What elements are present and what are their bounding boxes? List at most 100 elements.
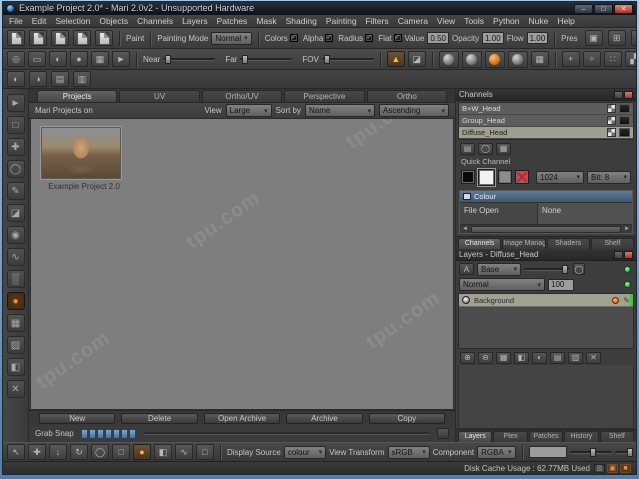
menu-item[interactable]: Mask bbox=[256, 16, 276, 26]
bottom-tool-icon[interactable]: ✚ bbox=[28, 444, 46, 460]
channel-row[interactable]: Diffuse_Head bbox=[459, 127, 633, 139]
layer-action-icon[interactable]: ▦ bbox=[496, 352, 511, 364]
snap-track[interactable] bbox=[144, 432, 429, 435]
layer-action-icon[interactable]: ◧ bbox=[514, 352, 529, 364]
menu-item[interactable]: Tools bbox=[464, 16, 484, 26]
menu-item[interactable]: Edit bbox=[32, 16, 47, 26]
checkbox-icon[interactable] bbox=[394, 34, 402, 42]
menu-item[interactable]: Python bbox=[493, 16, 519, 26]
channels-palette-header[interactable]: Channels bbox=[456, 89, 636, 101]
window-button[interactable]: – bbox=[574, 4, 593, 14]
component-dropdown[interactable]: RGBA bbox=[477, 446, 515, 459]
paint-check[interactable]: Radius bbox=[338, 34, 373, 43]
brush-control-icon[interactable]: ◐ bbox=[7, 71, 25, 87]
bottom-tool-icon[interactable]: ∿ bbox=[175, 444, 193, 460]
symmetry-icon[interactable]: + bbox=[562, 51, 580, 67]
scroll-thumb[interactable] bbox=[471, 226, 621, 233]
bottom-tool-icon[interactable]: □ bbox=[112, 444, 130, 460]
view-transform-dropdown[interactable]: sRGB bbox=[388, 446, 430, 459]
menu-item[interactable]: Objects bbox=[99, 16, 128, 26]
project-action-button[interactable]: New bbox=[39, 413, 115, 424]
layer-mode-dropdown[interactable]: Base bbox=[477, 263, 521, 276]
project-card[interactable]: Example Project 2.0 bbox=[41, 127, 127, 191]
sidebar-tool-icon[interactable]: ✚ bbox=[7, 138, 25, 156]
symmetry-icon[interactable]: ∷ bbox=[604, 51, 622, 67]
menu-item[interactable]: Channels bbox=[137, 16, 173, 26]
snap-options-button[interactable] bbox=[437, 428, 449, 439]
project-action-button[interactable]: Copy bbox=[369, 413, 445, 424]
checkbox-icon[interactable] bbox=[290, 34, 298, 42]
menu-item[interactable]: File bbox=[9, 16, 23, 26]
brush-control-icon[interactable]: ▤ bbox=[51, 71, 69, 87]
palette-tab[interactable]: Shelf bbox=[591, 238, 634, 249]
canvas-tab[interactable]: Ortho bbox=[367, 90, 447, 102]
layer-radio-icon[interactable]: ◯ bbox=[573, 263, 585, 275]
palette-tab[interactable]: Patches bbox=[529, 431, 563, 442]
palette-tab[interactable]: Image Manager bbox=[502, 238, 545, 249]
file-action-icon[interactable] bbox=[95, 30, 113, 46]
snap-block[interactable] bbox=[97, 429, 104, 439]
paint-toggle-icon[interactable]: ⊕ bbox=[631, 30, 636, 46]
exposure-field[interactable] bbox=[529, 446, 567, 458]
layer-list[interactable]: Background ✎ bbox=[458, 293, 634, 349]
slider-knob[interactable] bbox=[165, 55, 171, 64]
sidebar-tool-icon[interactable]: ▧ bbox=[7, 336, 25, 354]
brush-control-icon[interactable]: ▥ bbox=[73, 71, 91, 87]
view-toggle-icon[interactable]: ▭ bbox=[28, 51, 46, 67]
layer-action-icon[interactable]: ✕ bbox=[586, 352, 601, 364]
view-toggle-icon[interactable]: ● bbox=[70, 51, 88, 67]
palette-tab[interactable]: Ptex bbox=[493, 431, 527, 442]
sidebar-tool-icon[interactable]: ✎ bbox=[7, 182, 25, 200]
paint-toggle-icon[interactable]: ▣ bbox=[585, 30, 603, 46]
bottom-tool-icon[interactable]: ↖ bbox=[7, 444, 25, 460]
shading-mode-icon[interactable] bbox=[439, 51, 459, 68]
horizontal-scrollbar[interactable]: ◄ ► bbox=[460, 224, 632, 233]
file-action-icon[interactable] bbox=[29, 30, 47, 46]
checkbox-icon[interactable] bbox=[325, 34, 333, 42]
slider-knob[interactable] bbox=[627, 448, 633, 457]
bottom-tool-icon[interactable]: ◧ bbox=[154, 444, 172, 460]
paint-check[interactable]: Alpha bbox=[303, 34, 333, 43]
title-bar[interactable]: Example Project 2.0* - Mari 2.0v2 - Unsu… bbox=[3, 2, 636, 15]
file-open-value[interactable]: None bbox=[538, 203, 632, 224]
palette-collapse-icon[interactable] bbox=[614, 251, 623, 259]
menu-item[interactable]: View bbox=[437, 16, 455, 26]
snap-block[interactable] bbox=[113, 429, 120, 439]
sidebar-tool-icon[interactable]: ◧ bbox=[7, 358, 25, 376]
screenshot-icon[interactable]: ◪ bbox=[408, 51, 426, 67]
file-action-icon[interactable] bbox=[51, 30, 69, 46]
scroll-left-icon[interactable]: ◄ bbox=[460, 226, 470, 232]
view-toggle-icon[interactable]: ◐ bbox=[49, 51, 67, 67]
palette-tab[interactable]: Shelf bbox=[600, 431, 634, 442]
bottom-tool-icon[interactable]: ↓ bbox=[49, 444, 67, 460]
sidebar-tool-icon[interactable]: ◪ bbox=[7, 204, 25, 222]
sidebar-tool-icon[interactable]: ● bbox=[7, 292, 25, 310]
view-toggle-icon[interactable]: ▦ bbox=[91, 51, 109, 67]
slider-knob[interactable] bbox=[324, 55, 330, 64]
checkbox-icon[interactable] bbox=[365, 34, 373, 42]
palette-tab[interactable]: Shaders bbox=[547, 238, 590, 249]
palette-collapse-icon[interactable] bbox=[614, 91, 623, 99]
blend-mode-dropdown[interactable]: Normal bbox=[459, 278, 545, 291]
menu-item[interactable]: Painting bbox=[326, 16, 357, 26]
menu-item[interactable]: Nuke bbox=[529, 16, 549, 26]
palette-close-icon[interactable] bbox=[624, 91, 633, 99]
layers-palette-header[interactable]: Layers - Diffuse_Head bbox=[456, 249, 636, 261]
menu-item[interactable]: Selection bbox=[55, 16, 90, 26]
canvas-tab[interactable]: Ortho/UV bbox=[202, 90, 282, 102]
layer-action-icon[interactable]: ⊕ bbox=[460, 352, 475, 364]
shading-mode-icon[interactable] bbox=[462, 51, 482, 68]
bottom-tool-icon[interactable]: ● bbox=[133, 444, 151, 460]
status-icon[interactable]: ■ bbox=[620, 464, 631, 473]
layer-action-icon[interactable]: ▤ bbox=[550, 352, 565, 364]
sidebar-tool-icon[interactable]: □ bbox=[7, 116, 25, 134]
exposure-slider[interactable] bbox=[570, 451, 612, 454]
project-action-button[interactable]: Open Archive bbox=[204, 413, 280, 424]
layer-opacity-slider[interactable] bbox=[524, 268, 570, 271]
gamma-slider[interactable] bbox=[615, 451, 632, 454]
slider-knob[interactable] bbox=[562, 265, 568, 274]
view-size-dropdown[interactable]: Large bbox=[226, 104, 272, 117]
preset-row[interactable]: Colour bbox=[460, 191, 632, 202]
sort-by-dropdown[interactable]: Name bbox=[305, 104, 375, 117]
projection-slider[interactable]: FOV bbox=[302, 55, 373, 64]
